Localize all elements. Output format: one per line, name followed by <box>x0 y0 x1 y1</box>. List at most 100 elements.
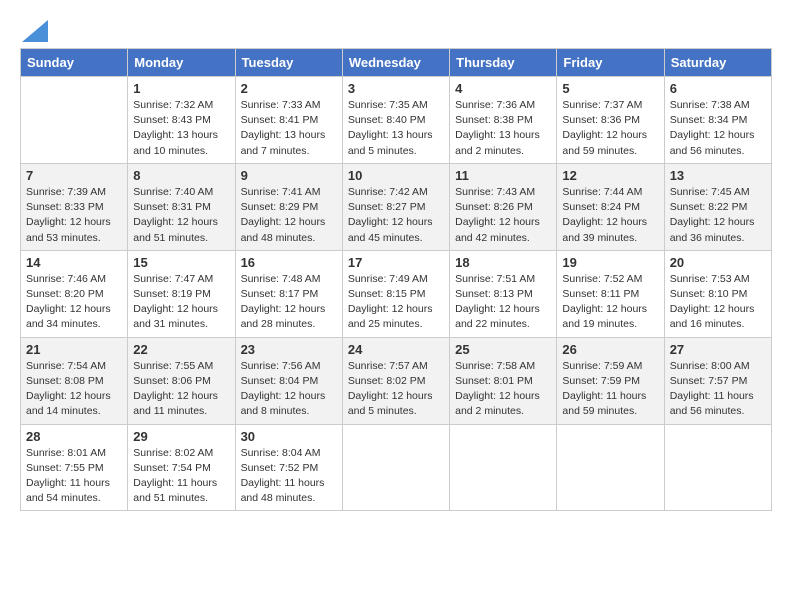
day-info: Sunrise: 7:44 AMSunset: 8:24 PMDaylight:… <box>562 185 658 246</box>
day-number: 30 <box>241 429 337 444</box>
calendar-cell <box>450 424 557 511</box>
day-info: Sunrise: 7:33 AMSunset: 8:41 PMDaylight:… <box>241 98 337 159</box>
calendar-cell: 15 Sunrise: 7:47 AMSunset: 8:19 PMDayligh… <box>128 250 235 337</box>
calendar-cell: 11 Sunrise: 7:43 AMSunset: 8:26 PMDayligh… <box>450 163 557 250</box>
calendar-cell: 26Sunrise: 7:59 AMSunset: 7:59 PMDayligh… <box>557 337 664 424</box>
day-number: 7 <box>26 168 122 183</box>
weekday-header-monday: Monday <box>128 49 235 77</box>
day-number: 13 <box>670 168 766 183</box>
day-info: Sunrise: 7:51 AMSunset: 8:13 PMDaylight:… <box>455 272 551 333</box>
calendar-cell: 22 Sunrise: 7:55 AMSunset: 8:06 PMDayligh… <box>128 337 235 424</box>
calendar-cell: 8 Sunrise: 7:40 AMSunset: 8:31 PMDaylight… <box>128 163 235 250</box>
day-number: 15 <box>133 255 229 270</box>
day-number: 3 <box>348 81 444 96</box>
day-number: 21 <box>26 342 122 357</box>
calendar-cell: 24 Sunrise: 7:57 AMSunset: 8:02 PMDayligh… <box>342 337 449 424</box>
calendar-cell: 7 Sunrise: 7:39 AMSunset: 8:33 PMDaylight… <box>21 163 128 250</box>
day-info: Sunrise: 8:01 AMSunset: 7:55 PMDaylight:… <box>26 446 122 507</box>
day-info: Sunrise: 8:02 AMSunset: 7:54 PMDaylight:… <box>133 446 229 507</box>
calendar-week-row: 14 Sunrise: 7:46 AMSunset: 8:20 PMDayligh… <box>21 250 772 337</box>
day-number: 29 <box>133 429 229 444</box>
calendar-cell: 3 Sunrise: 7:35 AMSunset: 8:40 PMDaylight… <box>342 77 449 164</box>
day-info: Sunrise: 7:35 AMSunset: 8:40 PMDaylight:… <box>348 98 444 159</box>
weekday-header-friday: Friday <box>557 49 664 77</box>
day-info: Sunrise: 7:57 AMSunset: 8:02 PMDaylight:… <box>348 359 444 420</box>
calendar-cell: 2 Sunrise: 7:33 AMSunset: 8:41 PMDaylight… <box>235 77 342 164</box>
day-info: Sunrise: 7:39 AMSunset: 8:33 PMDaylight:… <box>26 185 122 246</box>
day-info: Sunrise: 7:54 AMSunset: 8:08 PMDaylight:… <box>26 359 122 420</box>
calendar-cell: 20 Sunrise: 7:53 AMSunset: 8:10 PMDayligh… <box>664 250 771 337</box>
calendar-week-row: 1 Sunrise: 7:32 AMSunset: 8:43 PMDaylight… <box>21 77 772 164</box>
day-number: 17 <box>348 255 444 270</box>
calendar-cell: 29 Sunrise: 8:02 AMSunset: 7:54 PMDayligh… <box>128 424 235 511</box>
day-info: Sunrise: 7:55 AMSunset: 8:06 PMDaylight:… <box>133 359 229 420</box>
day-number: 14 <box>26 255 122 270</box>
day-number: 26 <box>562 342 658 357</box>
day-info: Sunrise: 7:32 AMSunset: 8:43 PMDaylight:… <box>133 98 229 159</box>
logo-icon <box>22 20 48 42</box>
day-info: Sunrise: 8:04 AMSunset: 7:52 PMDaylight:… <box>241 446 337 507</box>
calendar-cell <box>664 424 771 511</box>
weekday-header-wednesday: Wednesday <box>342 49 449 77</box>
day-info: Sunrise: 7:37 AMSunset: 8:36 PMDaylight:… <box>562 98 658 159</box>
day-number: 16 <box>241 255 337 270</box>
calendar-cell <box>557 424 664 511</box>
day-number: 9 <box>241 168 337 183</box>
weekday-header-thursday: Thursday <box>450 49 557 77</box>
calendar-table: SundayMondayTuesdayWednesdayThursdayFrid… <box>20 48 772 511</box>
day-number: 6 <box>670 81 766 96</box>
calendar-cell: 4 Sunrise: 7:36 AMSunset: 8:38 PMDaylight… <box>450 77 557 164</box>
day-info: Sunrise: 7:53 AMSunset: 8:10 PMDaylight:… <box>670 272 766 333</box>
calendar-cell: 28Sunrise: 8:01 AMSunset: 7:55 PMDayligh… <box>21 424 128 511</box>
calendar-cell: 6 Sunrise: 7:38 AMSunset: 8:34 PMDaylight… <box>664 77 771 164</box>
day-info: Sunrise: 7:36 AMSunset: 8:38 PMDaylight:… <box>455 98 551 159</box>
calendar-cell: 12 Sunrise: 7:44 AMSunset: 8:24 PMDayligh… <box>557 163 664 250</box>
day-number: 20 <box>670 255 766 270</box>
calendar-cell: 18 Sunrise: 7:51 AMSunset: 8:13 PMDayligh… <box>450 250 557 337</box>
day-number: 18 <box>455 255 551 270</box>
calendar-cell: 13 Sunrise: 7:45 AMSunset: 8:22 PMDayligh… <box>664 163 771 250</box>
day-info: Sunrise: 7:40 AMSunset: 8:31 PMDaylight:… <box>133 185 229 246</box>
calendar-cell: 16 Sunrise: 7:48 AMSunset: 8:17 PMDayligh… <box>235 250 342 337</box>
calendar-week-row: 28Sunrise: 8:01 AMSunset: 7:55 PMDayligh… <box>21 424 772 511</box>
calendar-cell: 10Sunrise: 7:42 AMSunset: 8:27 PMDayligh… <box>342 163 449 250</box>
calendar-cell: 30 Sunrise: 8:04 AMSunset: 7:52 PMDayligh… <box>235 424 342 511</box>
calendar-cell: 5Sunrise: 7:37 AMSunset: 8:36 PMDaylight… <box>557 77 664 164</box>
day-info: Sunrise: 7:46 AMSunset: 8:20 PMDaylight:… <box>26 272 122 333</box>
calendar-cell: 27 Sunrise: 8:00 AMSunset: 7:57 PMDayligh… <box>664 337 771 424</box>
day-info: Sunrise: 7:41 AMSunset: 8:29 PMDaylight:… <box>241 185 337 246</box>
calendar-header-row: SundayMondayTuesdayWednesdayThursdayFrid… <box>21 49 772 77</box>
day-number: 24 <box>348 342 444 357</box>
day-info: Sunrise: 7:52 AMSunset: 8:11 PMDaylight:… <box>562 272 658 333</box>
weekday-header-saturday: Saturday <box>664 49 771 77</box>
day-info: Sunrise: 7:47 AMSunset: 8:19 PMDaylight:… <box>133 272 229 333</box>
calendar-cell: 9 Sunrise: 7:41 AMSunset: 8:29 PMDaylight… <box>235 163 342 250</box>
logo <box>20 20 48 38</box>
calendar-cell <box>21 77 128 164</box>
day-number: 4 <box>455 81 551 96</box>
day-number: 27 <box>670 342 766 357</box>
day-number: 8 <box>133 168 229 183</box>
day-info: Sunrise: 8:00 AMSunset: 7:57 PMDaylight:… <box>670 359 766 420</box>
calendar-cell: 17 Sunrise: 7:49 AMSunset: 8:15 PMDayligh… <box>342 250 449 337</box>
day-info: Sunrise: 7:48 AMSunset: 8:17 PMDaylight:… <box>241 272 337 333</box>
weekday-header-sunday: Sunday <box>21 49 128 77</box>
day-info: Sunrise: 7:45 AMSunset: 8:22 PMDaylight:… <box>670 185 766 246</box>
calendar-week-row: 21 Sunrise: 7:54 AMSunset: 8:08 PMDayligh… <box>21 337 772 424</box>
day-number: 11 <box>455 168 551 183</box>
day-number: 1 <box>133 81 229 96</box>
day-number: 2 <box>241 81 337 96</box>
day-info: Sunrise: 7:58 AMSunset: 8:01 PMDaylight:… <box>455 359 551 420</box>
day-number: 25 <box>455 342 551 357</box>
calendar-cell: 14 Sunrise: 7:46 AMSunset: 8:20 PMDayligh… <box>21 250 128 337</box>
calendar-cell: 21 Sunrise: 7:54 AMSunset: 8:08 PMDayligh… <box>21 337 128 424</box>
day-info: Sunrise: 7:38 AMSunset: 8:34 PMDaylight:… <box>670 98 766 159</box>
calendar-cell: 23Sunrise: 7:56 AMSunset: 8:04 PMDayligh… <box>235 337 342 424</box>
day-number: 12 <box>562 168 658 183</box>
day-info: Sunrise: 7:49 AMSunset: 8:15 PMDaylight:… <box>348 272 444 333</box>
calendar-cell: 1 Sunrise: 7:32 AMSunset: 8:43 PMDaylight… <box>128 77 235 164</box>
calendar-week-row: 7 Sunrise: 7:39 AMSunset: 8:33 PMDaylight… <box>21 163 772 250</box>
day-number: 22 <box>133 342 229 357</box>
day-info: Sunrise: 7:43 AMSunset: 8:26 PMDaylight:… <box>455 185 551 246</box>
page-header <box>20 20 772 38</box>
